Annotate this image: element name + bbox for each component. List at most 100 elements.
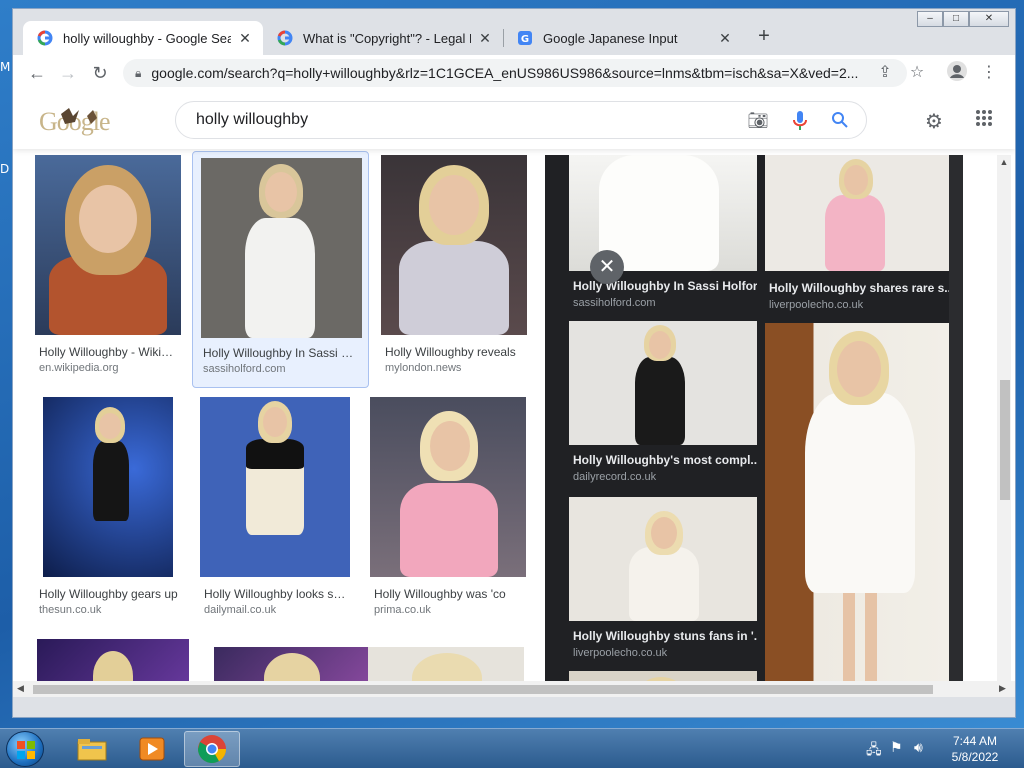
google-header: Google holly willoughby 📷︎ ⚙ — [13, 91, 1015, 149]
close-panel-icon[interactable]: ✕ — [590, 250, 624, 284]
media-player-icon[interactable] — [124, 731, 180, 767]
result-title[interactable]: Holly Willoughby reveals — [381, 345, 523, 359]
search-icon[interactable] — [828, 111, 852, 131]
related-image[interactable]: Holly Willoughby stuns fans in '... live… — [569, 497, 757, 677]
tab-title: What is "Copyright"? - Legal Help — [303, 30, 471, 46]
google-g-icon — [37, 30, 53, 46]
related-source: liverpoolecho.co.uk — [573, 647, 668, 659]
result-thumbnail[interactable] — [43, 397, 173, 577]
microphone-icon[interactable] — [788, 111, 812, 131]
tab-title: Google Japanese Input — [543, 30, 678, 46]
result-title[interactable]: Holly Willoughby looks stunning — [200, 587, 346, 601]
image-result[interactable]: Holly Willoughby - Wikipedia en.wikipedi… — [35, 155, 181, 385]
page-horizontal-scrollbar[interactable]: ◀ ▶ — [13, 681, 1015, 697]
image-result[interactable]: Holly Willoughby looks stunning dailymai… — [200, 397, 352, 627]
browser-toolbar: ← → ↻ 🔒︎ google.com/search?q=holly+willo… — [13, 55, 1015, 91]
chrome-window: holly willoughby - Google Search ✕ What … — [12, 8, 1016, 718]
windows-taskbar: 🖧︎ ⚑ 🔊︎ 7:44 AM 5/8/2022 — [0, 728, 1024, 768]
search-query-text: holly willoughby — [196, 111, 309, 128]
related-title[interactable]: Holly Willoughby stuns fans in '... — [573, 629, 757, 643]
system-clock[interactable]: 7:44 AM 5/8/2022 — [940, 733, 1010, 765]
camera-icon[interactable]: 📷︎ — [746, 111, 770, 131]
share-icon[interactable]: ⇪ — [873, 61, 897, 85]
maximize-button[interactable]: □ — [943, 11, 969, 27]
address-bar[interactable]: 🔒︎ google.com/search?q=holly+willoughby&… — [123, 59, 907, 87]
clock-date: 5/8/2022 — [951, 750, 999, 764]
url-text: google.com/search?q=holly+willoughby&rlz… — [151, 65, 859, 81]
close-tab-icon[interactable]: ✕ — [477, 30, 493, 47]
related-thumbnail[interactable] — [569, 497, 757, 621]
svg-text:G: G — [521, 34, 529, 45]
result-title[interactable]: Holly Willoughby gears up — [39, 587, 179, 601]
file-explorer-icon[interactable] — [64, 731, 120, 767]
scroll-left-arrow-icon[interactable]: ◀ — [17, 683, 24, 694]
result-title[interactable]: Holly Willoughby In Sassi Holford — [203, 346, 358, 360]
lock-icon: 🔒︎ — [135, 65, 142, 80]
network-warning-icon[interactable]: 🖧︎ — [866, 739, 882, 763]
related-thumbnail[interactable] — [569, 321, 757, 445]
chrome-taskbar-icon[interactable] — [184, 731, 240, 767]
search-input[interactable]: holly willoughby 📷︎ — [175, 101, 867, 139]
close-window-button[interactable]: ✕ — [969, 11, 1009, 27]
result-thumbnail[interactable] — [381, 155, 527, 335]
result-thumbnail[interactable] — [200, 397, 350, 577]
profile-avatar-icon[interactable] — [945, 61, 969, 85]
tab-google-search[interactable]: holly willoughby - Google Search ✕ — [23, 21, 263, 55]
action-center-icon[interactable]: ⚑ — [890, 739, 903, 756]
settings-gear-icon[interactable]: ⚙ — [921, 109, 947, 135]
image-result[interactable]: Holly Willoughby reveals mylondon.news — [381, 155, 527, 385]
scroll-right-arrow-icon[interactable]: ▶ — [999, 683, 1006, 694]
result-source: sassiholford.com — [203, 363, 286, 375]
volume-icon[interactable]: 🔊︎ — [914, 739, 923, 756]
related-image-large[interactable] — [765, 323, 951, 697]
panel-scrollbar[interactable] — [949, 155, 963, 697]
image-results-grid: Holly Willoughby - Wikipedia en.wikipedi… — [13, 149, 545, 697]
related-thumbnail[interactable] — [765, 155, 951, 271]
desktop-icon-label-m: M — [0, 60, 11, 74]
tab-title: holly willoughby - Google Search — [63, 30, 231, 46]
result-source: mylondon.news — [385, 362, 462, 374]
desktop-icon-label-d: D — [0, 162, 10, 176]
close-tab-icon[interactable]: ✕ — [717, 30, 733, 47]
apps-grid-icon[interactable] — [971, 109, 997, 135]
result-title[interactable]: Holly Willoughby - Wikipedia — [35, 345, 175, 359]
result-source: en.wikipedia.org — [39, 362, 119, 374]
result-thumbnail[interactable] — [35, 155, 181, 335]
page-vertical-scrollbar[interactable]: ▲ ▼ — [997, 155, 1011, 697]
google-translate-icon: G — [517, 30, 533, 46]
back-arrow-icon[interactable]: ← — [25, 61, 49, 85]
scroll-up-arrow-icon[interactable]: ▲ — [997, 157, 1011, 167]
close-tab-icon[interactable]: ✕ — [237, 30, 253, 47]
result-thumbnail[interactable] — [370, 397, 526, 577]
related-image[interactable]: Holly Willoughby's most compl... dailyre… — [569, 321, 757, 491]
result-source: thesun.co.uk — [39, 604, 102, 616]
vertical-scroll-thumb[interactable] — [1000, 380, 1010, 500]
related-image[interactable]: Holly Willoughby In Sassi Holford sassih… — [569, 155, 757, 313]
horizontal-scroll-thumb[interactable] — [33, 685, 933, 694]
related-source: dailyrecord.co.uk — [573, 471, 657, 483]
new-tab-button[interactable]: + — [753, 25, 775, 48]
google-doodle-logo[interactable]: Google — [39, 106, 131, 136]
bookmark-star-icon[interactable]: ☆ — [905, 61, 929, 85]
related-source: sassiholford.com — [573, 297, 656, 309]
related-image[interactable]: Holly Willoughby shares rare s... liverp… — [765, 155, 951, 313]
tab-strip: holly willoughby - Google Search ✕ What … — [13, 9, 1015, 55]
minimize-button[interactable]: – — [917, 11, 943, 27]
reload-icon[interactable]: ↻ — [88, 61, 112, 85]
windows-logo-icon — [17, 741, 35, 759]
related-title[interactable]: Holly Willoughby shares rare s... — [769, 281, 949, 295]
tab-japanese-input[interactable]: G Google Japanese Input ✕ — [503, 21, 743, 55]
image-result-selected[interactable]: Holly Willoughby In Sassi Holford sassih… — [192, 151, 369, 388]
related-title[interactable]: Holly Willoughby's most compl... — [573, 453, 757, 467]
image-result[interactable]: Holly Willoughby was 'co prima.co.uk — [370, 397, 526, 627]
start-button[interactable] — [6, 731, 44, 767]
search-results-page: Google holly willoughby 📷︎ ⚙ — [13, 91, 1015, 697]
result-title[interactable]: Holly Willoughby was 'co — [370, 587, 520, 601]
google-g-icon — [277, 30, 293, 46]
forward-arrow-icon[interactable]: → — [56, 61, 80, 85]
chrome-menu-icon[interactable]: ⋮ — [977, 61, 1001, 85]
image-result[interactable]: Holly Willoughby gears up thesun.co.uk — [39, 397, 185, 627]
tab-copyright[interactable]: What is "Copyright"? - Legal Help ✕ — [263, 21, 503, 55]
result-thumbnail[interactable] — [201, 158, 362, 338]
result-source: dailymail.co.uk — [204, 604, 277, 616]
